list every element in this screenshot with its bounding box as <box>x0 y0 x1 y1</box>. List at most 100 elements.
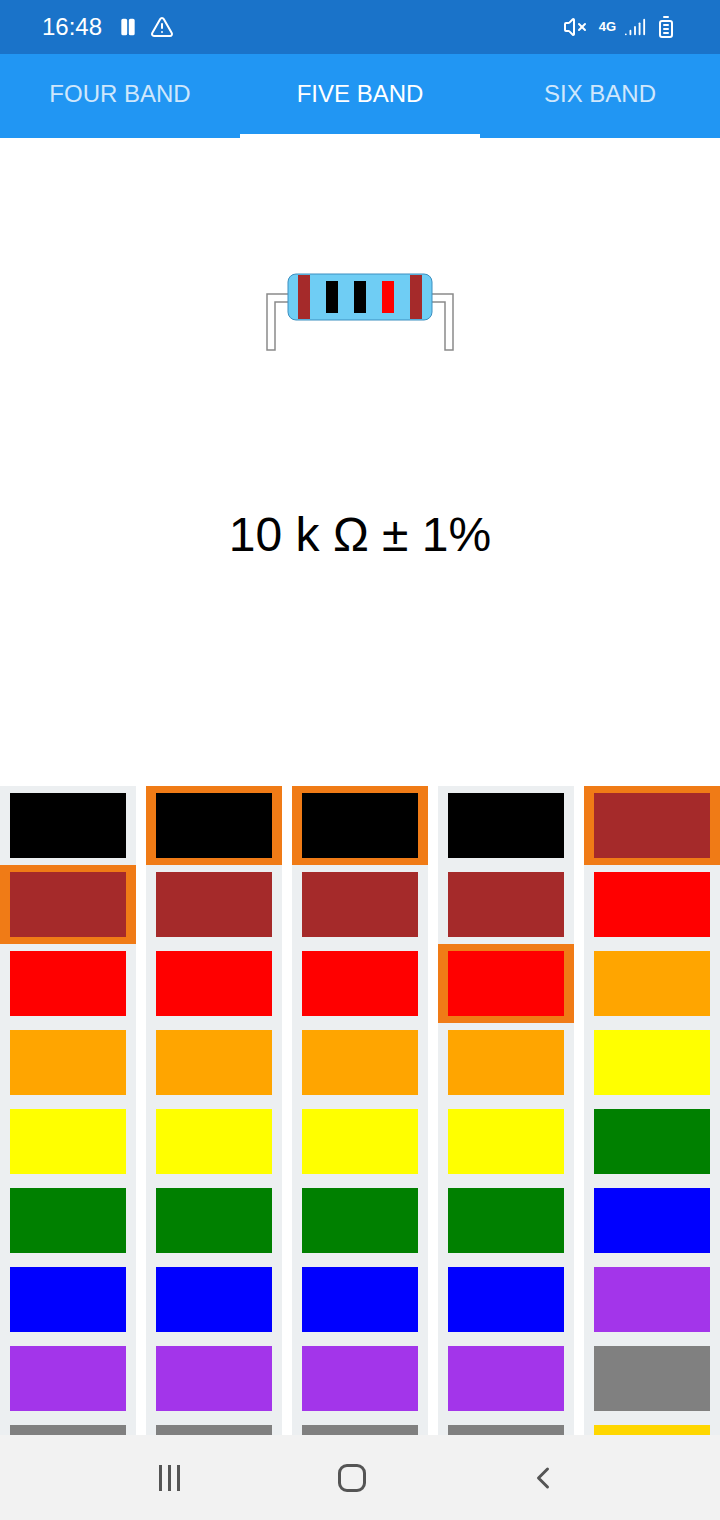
color-cell[interactable] <box>0 1339 136 1418</box>
color-cell[interactable] <box>0 1023 136 1102</box>
color-cell[interactable] <box>146 786 282 865</box>
color-cell[interactable] <box>584 1339 720 1418</box>
color-swatch <box>10 1425 126 1435</box>
color-swatch <box>448 1267 564 1332</box>
color-cell[interactable] <box>584 1102 720 1181</box>
color-cell[interactable] <box>0 1260 136 1339</box>
tab[interactable]: FOUR BAND <box>0 54 240 138</box>
color-cell[interactable] <box>584 786 720 865</box>
recents-icon[interactable] <box>159 1465 180 1491</box>
color-cell[interactable] <box>584 1181 720 1260</box>
color-swatch <box>156 872 272 937</box>
color-swatch <box>302 872 418 937</box>
color-cell[interactable] <box>292 1260 428 1339</box>
color-cell[interactable] <box>0 944 136 1023</box>
color-swatch <box>448 1030 564 1095</box>
color-cell[interactable] <box>146 1023 282 1102</box>
color-cell[interactable] <box>584 944 720 1023</box>
color-cell[interactable] <box>146 944 282 1023</box>
color-swatch <box>448 951 564 1016</box>
color-cell[interactable] <box>0 1102 136 1181</box>
color-cell[interactable] <box>438 1339 574 1418</box>
color-swatch <box>448 1425 564 1435</box>
color-cell[interactable] <box>146 1260 282 1339</box>
status-time: 16:48 <box>42 9 102 45</box>
color-cell[interactable] <box>146 1339 282 1418</box>
color-cell[interactable] <box>292 1339 428 1418</box>
color-swatch <box>594 793 710 858</box>
color-swatch <box>10 1030 126 1095</box>
color-cell[interactable] <box>438 1181 574 1260</box>
color-swatch <box>594 1188 710 1253</box>
color-swatch <box>594 1346 710 1411</box>
color-cell[interactable] <box>438 1418 574 1435</box>
warning-icon <box>150 15 174 39</box>
color-swatch <box>302 1267 418 1332</box>
mute-icon <box>563 15 587 39</box>
color-cell[interactable] <box>584 865 720 944</box>
color-cell[interactable] <box>146 865 282 944</box>
color-cell[interactable] <box>146 1181 282 1260</box>
color-cell[interactable] <box>584 1418 720 1435</box>
color-swatch <box>10 793 126 858</box>
color-swatch <box>156 1425 272 1435</box>
color-cell[interactable] <box>438 1260 574 1339</box>
color-swatch <box>594 1267 710 1332</box>
color-cell[interactable] <box>0 865 136 944</box>
color-swatch <box>156 1109 272 1174</box>
color-cell[interactable] <box>438 1102 574 1181</box>
color-swatch <box>594 1425 710 1435</box>
navigation-bar <box>0 1435 720 1520</box>
pause-icon <box>118 17 138 37</box>
color-swatch <box>448 1188 564 1253</box>
color-cell[interactable] <box>584 1260 720 1339</box>
band-column <box>584 786 720 1435</box>
color-cell[interactable] <box>292 1181 428 1260</box>
color-cell[interactable] <box>438 865 574 944</box>
color-swatch <box>156 1030 272 1095</box>
color-cell[interactable] <box>0 1418 136 1435</box>
color-swatch <box>448 872 564 937</box>
color-cell[interactable] <box>584 1023 720 1102</box>
color-grid <box>0 786 720 1435</box>
band-column <box>0 786 136 1435</box>
resistance-value: 10 k Ω ± 1% <box>229 507 491 563</box>
back-icon[interactable] <box>525 1460 561 1496</box>
home-icon[interactable] <box>338 1464 366 1492</box>
color-swatch <box>448 1346 564 1411</box>
color-cell[interactable] <box>438 944 574 1023</box>
color-cell[interactable] <box>0 786 136 865</box>
color-swatch <box>302 1030 418 1095</box>
result-panel: 10 k Ω ± 1% <box>0 138 720 786</box>
color-cell[interactable] <box>292 786 428 865</box>
battery-icon <box>654 15 678 39</box>
tab-bar: FOUR BANDFIVE BANDSIX BAND <box>0 54 720 138</box>
color-cell[interactable] <box>438 1023 574 1102</box>
color-swatch <box>156 1346 272 1411</box>
color-cell[interactable] <box>292 1023 428 1102</box>
signal-icon <box>624 16 646 38</box>
color-cell[interactable] <box>0 1181 136 1260</box>
color-swatch <box>448 1109 564 1174</box>
network-label: 4G <box>599 17 616 37</box>
color-swatch <box>156 951 272 1016</box>
color-swatch <box>302 793 418 858</box>
color-swatch <box>594 1109 710 1174</box>
color-cell[interactable] <box>438 786 574 865</box>
color-cell[interactable] <box>146 1102 282 1181</box>
color-swatch <box>594 1030 710 1095</box>
tab[interactable]: SIX BAND <box>480 54 720 138</box>
color-swatch <box>10 1346 126 1411</box>
band-column <box>292 786 428 1435</box>
color-swatch <box>10 1267 126 1332</box>
color-swatch <box>448 793 564 858</box>
color-cell[interactable] <box>292 944 428 1023</box>
color-swatch <box>302 1188 418 1253</box>
color-cell[interactable] <box>292 1102 428 1181</box>
color-cell[interactable] <box>292 865 428 944</box>
status-bar: 16:48 4G <box>0 0 720 54</box>
tab[interactable]: FIVE BAND <box>240 54 480 138</box>
color-cell[interactable] <box>146 1418 282 1435</box>
color-cell[interactable] <box>292 1418 428 1435</box>
resistor-icon <box>264 272 456 352</box>
